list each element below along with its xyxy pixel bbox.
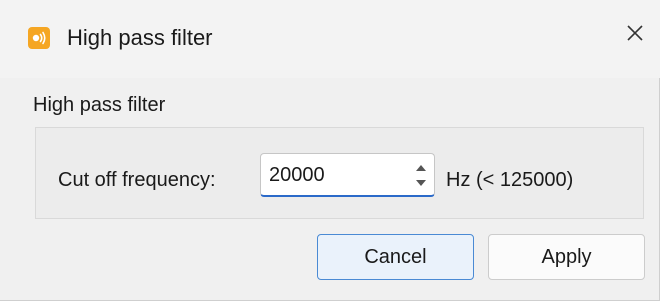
- group-title: High pass filter: [33, 94, 166, 116]
- chevron-down-icon: [415, 174, 427, 192]
- spin-buttons: [412, 158, 430, 192]
- title-bar[interactable]: High pass filter: [0, 0, 660, 78]
- dialog-window: High pass filter High pass filter Cut of…: [0, 0, 660, 301]
- speaker-icon: [28, 27, 50, 49]
- apply-button[interactable]: Apply: [488, 234, 645, 280]
- frequency-unit-hint: Hz (< 125000): [446, 169, 574, 191]
- spin-down-button[interactable]: [412, 175, 430, 190]
- cutoff-frequency-input[interactable]: [269, 160, 399, 190]
- window-title: High pass filter: [67, 25, 213, 50]
- cutoff-frequency-spinbox[interactable]: [260, 153, 435, 197]
- cutoff-frequency-label: Cut off frequency:: [58, 169, 216, 191]
- close-icon: [625, 23, 645, 48]
- cancel-button[interactable]: Cancel: [317, 234, 474, 280]
- close-button[interactable]: [620, 20, 650, 50]
